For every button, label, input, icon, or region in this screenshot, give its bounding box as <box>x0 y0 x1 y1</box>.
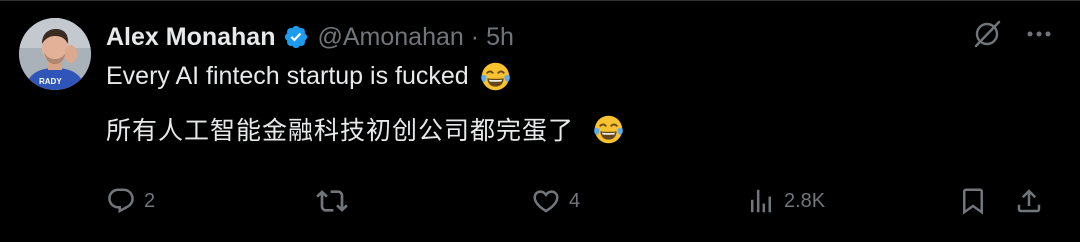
reply-button[interactable]: 2 <box>106 181 155 221</box>
tweet-timestamp[interactable]: 5h <box>486 23 514 52</box>
avatar-shirt-text: RADY <box>39 77 62 86</box>
tweet-text-english: Every AI fintech startup is fucked <box>106 61 469 90</box>
tweet-action-bar: 2 4 2.8K <box>106 181 1054 221</box>
tweet-text-line-1: Every AI fintech startup is fucked <box>106 58 512 94</box>
face-with-tears-of-joy-emoji <box>592 113 625 146</box>
avatar[interactable]: RADY <box>19 18 91 90</box>
reply-count: 2 <box>144 189 156 212</box>
tweet-top-actions <box>972 19 1054 49</box>
face-with-tears-of-joy-emoji <box>479 60 512 93</box>
like-count: 4 <box>569 189 581 212</box>
more-icon[interactable] <box>1024 19 1054 49</box>
tweet-header: Alex Monahan @Amonahan · 5h <box>106 19 514 55</box>
verified-badge-icon[interactable] <box>283 24 309 50</box>
repost-icon <box>316 185 348 217</box>
bookmark-icon <box>958 186 988 216</box>
tweet-text-line-2: 所有人工智能金融科技初创公司都完蛋了 <box>106 109 625 149</box>
like-button[interactable]: 4 <box>531 181 580 221</box>
repost-button[interactable] <box>316 181 356 221</box>
grok-icon[interactable] <box>972 19 1002 49</box>
author-handle[interactable]: @Amonahan <box>317 23 463 52</box>
views-button[interactable]: 2.8K <box>746 181 825 221</box>
heart-icon <box>531 186 561 216</box>
tweet-card[interactable]: RADY Alex Monahan @Amonahan · 5h Every A… <box>0 0 1080 242</box>
bookmark-button[interactable] <box>958 181 988 221</box>
tweet-text-chinese: 所有人工智能金融科技初创公司都完蛋了 <box>106 117 575 145</box>
views-count: 2.8K <box>784 189 826 212</box>
reply-icon <box>106 186 136 216</box>
share-icon <box>1014 186 1044 216</box>
share-button[interactable] <box>1014 181 1044 221</box>
avatar-image: RADY <box>19 18 91 90</box>
display-name[interactable]: Alex Monahan <box>106 23 275 52</box>
header-separator: · <box>470 22 480 51</box>
views-icon <box>746 186 776 216</box>
